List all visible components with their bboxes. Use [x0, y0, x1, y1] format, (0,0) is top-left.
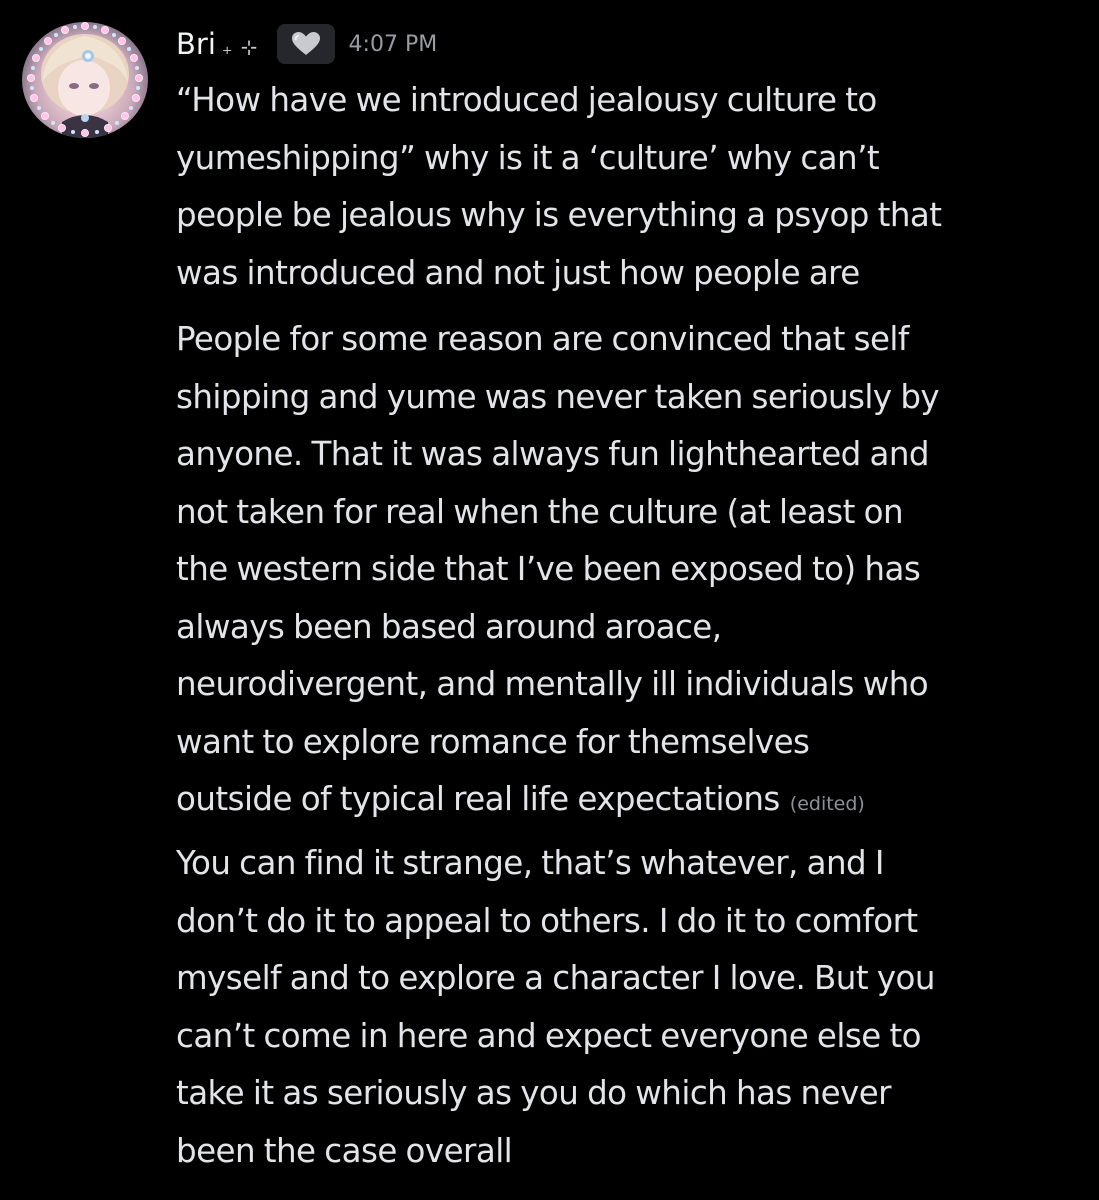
username-decoration: ₊ ⊹	[221, 35, 259, 59]
message-group: Bri ₊ ⊹ 4:07 PM “How have we introduced …	[0, 0, 1099, 1200]
avatar-image	[27, 22, 144, 138]
username[interactable]: Bri	[176, 27, 216, 61]
role-badge[interactable]	[276, 24, 335, 64]
edited-label: (edited)	[789, 793, 865, 815]
message-timestamp: 4:07 PM	[348, 31, 438, 57]
message-content: You can find it strange, that’s whatever…	[176, 835, 1086, 1180]
message-text: People for some reason are convinced tha…	[176, 320, 940, 818]
grey-heart-icon	[291, 32, 320, 55]
message-content: People for some reason are convinced tha…	[176, 311, 1086, 834]
message-content: “How have we introduced jealousy culture…	[176, 72, 1086, 302]
message-header: Bri ₊ ⊹ 4:07 PM	[176, 22, 437, 66]
message-text: You can find it strange, that’s whatever…	[176, 844, 935, 1170]
message-text: “How have we introduced jealousy culture…	[176, 81, 942, 292]
user-avatar[interactable]	[22, 22, 148, 138]
